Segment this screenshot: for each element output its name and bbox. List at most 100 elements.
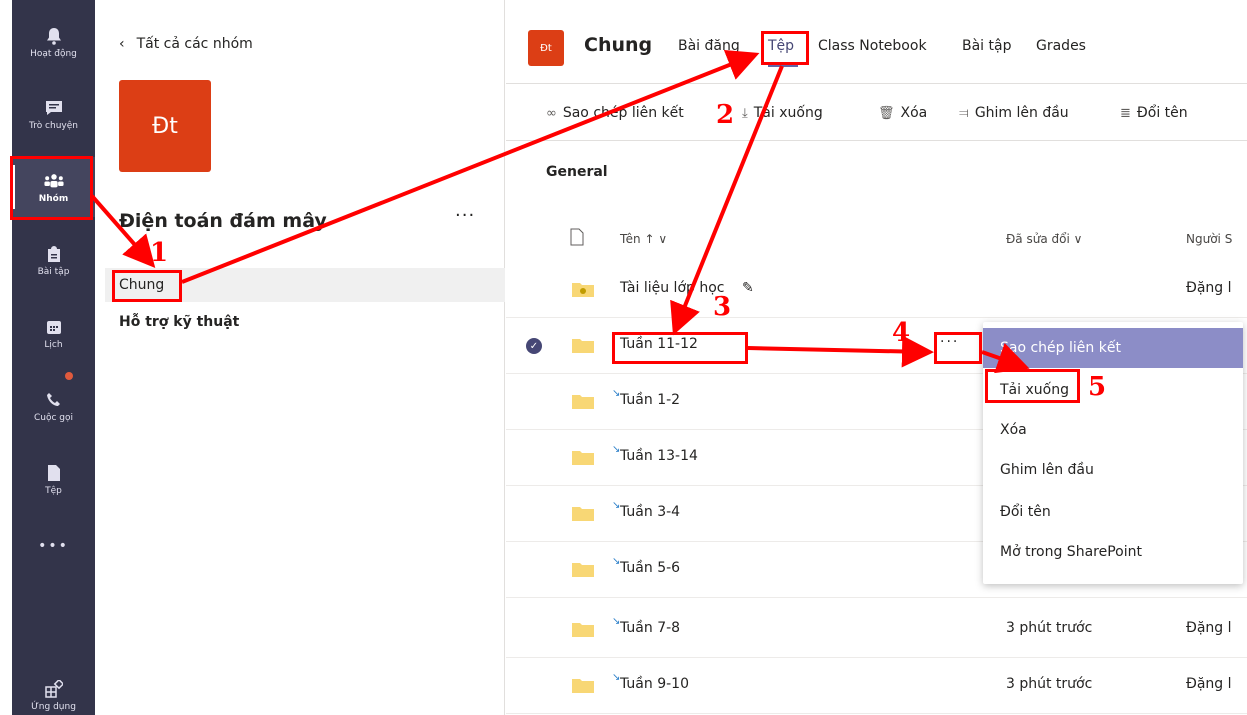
download-button[interactable]: ⤓ Tải xuống (742, 105, 823, 121)
file-name[interactable]: Tuần 3-4 (620, 504, 680, 520)
file-name[interactable]: Tuần 9-10 (620, 676, 689, 692)
rename-button[interactable]: ≣ Đổi tên (1120, 105, 1188, 121)
pin-icon: ⫤ (959, 105, 969, 121)
folder-icon (572, 449, 594, 465)
download-label: Tải xuống (753, 105, 823, 121)
modified-by: Đặng l (1186, 280, 1232, 296)
annotation-box-download (985, 369, 1080, 403)
column-header-modified[interactable]: Đã sửa đổi ∨ (1006, 232, 1082, 246)
copy-link-button[interactable]: ∞ Sao chép liên kết (546, 105, 684, 121)
files-toolbar: ∞ Sao chép liên kết ⤓ Tải xuống 🗑 Xóa ⫤ … (506, 85, 1247, 141)
apps-icon (44, 679, 64, 699)
file-name[interactable]: Tuần 5-6 (620, 560, 680, 576)
notification-dot (65, 372, 73, 380)
rename-icon: ≣ (1120, 105, 1131, 121)
channel-label: Hỗ trợ kỹ thuật (119, 314, 240, 330)
calendar-icon (44, 317, 64, 337)
channel-header: Đt Chung Bài đăng Tệp Class Notebook Bài… (506, 0, 1247, 84)
app-rail: Hoạt động Trò chuyện Nhóm Bài tập Lịch C… (12, 0, 95, 715)
folder-section-title: General (546, 164, 608, 180)
tab-class-notebook[interactable]: Class Notebook (818, 38, 927, 54)
rail-item-chat[interactable]: Trò chuyện (12, 84, 95, 144)
annotation-step-2: 2 (716, 100, 735, 130)
team-more-options-button[interactable]: ··· (455, 205, 475, 226)
folder-icon (572, 621, 594, 637)
checkmark-icon[interactable]: ✓ (526, 338, 542, 354)
delete-label: Xóa (900, 105, 928, 121)
rail-label-activity: Hoạt động (30, 48, 77, 59)
table-row[interactable]: Tài liệu lớp học ✎ Đặng l (506, 262, 1247, 318)
menu-item-open-sharepoint[interactable]: Mở trong SharePoint (983, 532, 1243, 572)
back-to-all-teams-link[interactable]: ‹ Tất cả các nhóm (119, 36, 253, 52)
folder-icon (572, 505, 594, 521)
modified-by: Đặng l (1186, 676, 1232, 692)
download-icon: ⤓ (742, 105, 748, 121)
rail-label-calls: Cuộc gọi (33, 412, 74, 423)
folder-icon (572, 393, 594, 409)
menu-item-delete[interactable]: Xóa (983, 410, 1243, 450)
annotation-box-folder (612, 332, 748, 364)
pin-label: Ghim lên đầu (974, 105, 1069, 121)
table-row[interactable]: ↘ Tuần 9-10 3 phút trước Đặng l (506, 658, 1247, 714)
bell-icon (44, 26, 64, 46)
chat-icon (44, 98, 64, 118)
rail-item-assignments[interactable]: Bài tập (12, 230, 95, 290)
annotation-box-teams (10, 156, 93, 220)
menu-item-copy-link[interactable]: Sao chép liên kết (983, 328, 1243, 368)
channel-item-support[interactable]: Hỗ trợ kỹ thuật (105, 305, 505, 339)
rail-label-files: Tệp (45, 485, 62, 496)
phone-icon (44, 390, 64, 410)
annotation-step-5: 5 (1088, 372, 1107, 402)
rail-item-activity[interactable]: Hoạt động (12, 12, 95, 72)
rail-item-more[interactable]: ••• (12, 516, 95, 576)
shared-folder-icon (572, 281, 594, 297)
team-avatar: Đt (119, 80, 211, 172)
rail-item-calendar[interactable]: Lịch (12, 303, 95, 363)
annotation-step-4: 4 (892, 318, 911, 348)
file-icon (44, 463, 64, 483)
rail-label-calendar: Lịch (44, 339, 63, 350)
menu-item-pin[interactable]: Ghim lên đầu (983, 450, 1243, 490)
file-name[interactable]: Tuần 13-14 (620, 448, 698, 464)
modified-by: Đặng l (1186, 620, 1232, 636)
team-name: Điện toán đám mây (119, 210, 327, 232)
rail-label-apps: Ứng dụng (31, 701, 76, 712)
rail-label-chat: Trò chuyện (29, 120, 78, 131)
annotation-step-1: 1 (150, 238, 169, 268)
folder-icon (572, 677, 594, 693)
file-icon-header (570, 228, 584, 250)
rail-label-assignments: Bài tập (37, 266, 70, 277)
file-name[interactable]: Tuần 7-8 (620, 620, 680, 636)
delete-button[interactable]: 🗑 Xóa (878, 105, 927, 121)
rail-item-calls[interactable]: Cuộc gọi (12, 376, 95, 436)
annotation-box-files-tab (761, 31, 809, 65)
team-panel: ‹ Tất cả các nhóm Đt Điện toán đám mây ·… (95, 0, 505, 715)
channel-avatar: Đt (528, 30, 564, 66)
folder-icon (572, 561, 594, 577)
annotation-box-channel (112, 270, 182, 302)
rail-item-files[interactable]: Tệp (12, 449, 95, 509)
link-icon: ∞ (546, 105, 557, 121)
modified-time: 3 phút trước (1006, 620, 1093, 636)
tab-posts[interactable]: Bài đăng (678, 38, 740, 54)
pin-button[interactable]: ⫤ Ghim lên đầu (959, 105, 1069, 121)
assignments-icon (44, 244, 64, 264)
rail-item-apps[interactable]: Ứng dụng (12, 665, 95, 715)
tab-assignments[interactable]: Bài tập (962, 38, 1011, 54)
chevron-left-icon: ‹ (119, 36, 125, 52)
back-link-label: Tất cả các nhóm (136, 36, 253, 52)
modified-time: 3 phút trước (1006, 676, 1093, 692)
trash-icon: 🗑 (878, 105, 895, 121)
column-header-modified-by[interactable]: Người S (1186, 232, 1232, 246)
folder-icon (572, 337, 594, 353)
menu-item-rename[interactable]: Đổi tên (983, 492, 1243, 532)
channel-title: Chung (584, 34, 653, 56)
table-row[interactable]: ↘ Tuần 7-8 3 phút trước Đặng l (506, 602, 1247, 658)
file-name[interactable]: Tuần 1-2 (620, 392, 680, 408)
column-header-name[interactable]: Tên ↑ ∨ (620, 232, 667, 246)
annotation-step-3: 3 (713, 292, 732, 322)
tab-grades[interactable]: Grades (1036, 38, 1086, 54)
more-icon: ••• (38, 538, 69, 554)
row-context-menu: Sao chép liên kết Tải xuống Xóa Ghim lên… (983, 322, 1243, 584)
file-name[interactable]: Tài liệu lớp học (620, 280, 724, 296)
